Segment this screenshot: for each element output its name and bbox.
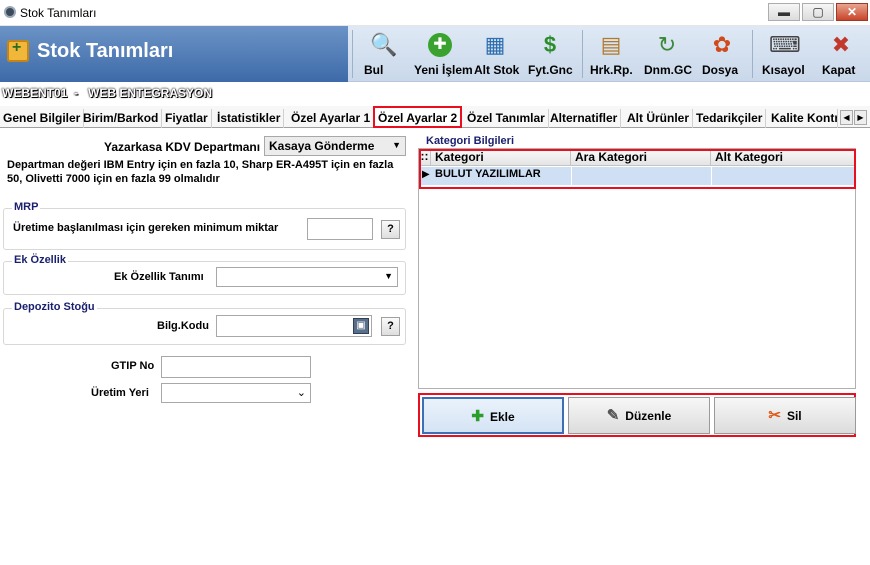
tab-istatistikler[interactable]: İstatistikler <box>214 109 285 128</box>
close-button[interactable]: ✕ <box>836 3 868 21</box>
kategori-title: Kategori Bilgileri <box>426 135 515 147</box>
stock-info-bar: WEBENT01 - WEB ENTEGRASYON <box>0 84 870 104</box>
ek-ozellik-title: Ek Özellik <box>12 254 68 266</box>
toolbar-area: Stok Tanımları 🔍 Bul ✚ Yeni İşlem ▦ Alt Sto… <box>0 26 870 82</box>
kategori-button-row: ✚ Ekle ✎ Düzenle ✂ Sil <box>418 393 856 437</box>
tab-strip: Genel Bilgiler Birim/Barkod Fiyatlar İst… <box>0 106 870 128</box>
depozito-title: Depozito Stoğu <box>12 301 97 313</box>
departman-note: Departman değeri IBM Entry için en fazla… <box>7 159 394 185</box>
edit-icon: ✎ <box>606 407 620 424</box>
tool-label: Alt Stok <box>474 63 520 77</box>
tool-label: Dnm.GC <box>644 63 692 77</box>
gtip-label: GTIP No <box>111 360 155 372</box>
keyboard-icon: ⌨ <box>769 32 801 57</box>
uretim-yeri-label: Üretim Yeri <box>91 387 149 399</box>
tool-label: Fyt.Gnc <box>528 63 573 77</box>
tab-birim-barkod[interactable]: Birim/Barkod <box>80 109 163 128</box>
maximize-button[interactable]: ▢ <box>802 3 834 21</box>
window-title: Stok Tanımları <box>20 6 97 20</box>
tool-label: Dosya <box>702 63 739 77</box>
tab-tedarikciler[interactable]: Tedarikçiler <box>693 109 767 128</box>
tab-alternatifler[interactable]: Alternatifler <box>547 109 622 128</box>
mrp-title: MRP <box>12 201 41 213</box>
money-icon: $ <box>543 32 557 57</box>
tool-kapat[interactable]: ✖ Kapat <box>822 28 860 80</box>
tool-label: Bul <box>364 63 384 77</box>
grid-icon: ▦ <box>484 32 506 57</box>
kdv-departman-select[interactable]: Kasaya Gönderme ▼ <box>264 136 406 156</box>
tool-hrk-rp[interactable]: ▤ Hrk.Rp. <box>590 28 633 80</box>
tool-dnm-gc[interactable]: ↻ Dnm.GC <box>644 28 692 80</box>
minimize-button[interactable]: ▬ <box>768 3 800 21</box>
stock-add-icon <box>7 39 29 62</box>
bilg-kodu-input[interactable]: ▣ <box>216 315 372 337</box>
tab-ozel-ayarlar-2[interactable]: Özel Ayarlar 2 <box>373 106 463 128</box>
tool-fyt-gnc[interactable]: $ Fyt.Gnc <box>528 28 573 80</box>
tool-label: Kapat <box>822 63 856 77</box>
kdv-departman-value: Kasaya Gönderme <box>269 139 375 153</box>
tool-yeni-islem[interactable]: ✚ Yeni İşlem <box>414 28 473 80</box>
tool-dosya[interactable]: ✿ Dosya <box>702 28 742 80</box>
depozito-help-button[interactable]: ? <box>381 317 400 336</box>
chevron-down-icon: ⌄ <box>296 387 306 399</box>
tab-genel-bilgiler[interactable]: Genel Bilgiler <box>0 109 85 128</box>
folder-icon: ✿ <box>712 32 732 57</box>
plus-icon: ✚ <box>471 408 484 425</box>
tab-ozel-tanimlar[interactable]: Özel Tanımlar <box>464 109 549 128</box>
gtip-input[interactable] <box>161 356 311 378</box>
title-bar: Stok Tanımları ▬ ▢ ✕ <box>0 0 870 26</box>
ekle-label: Ekle <box>489 410 515 424</box>
tab-kalite-kontrol[interactable]: Kalite Kontr <box>768 109 838 128</box>
ek-ozellik-label: Ek Özellik Tanımı <box>114 271 204 283</box>
ek-ozellik-select[interactable]: ▼ <box>216 267 398 287</box>
bilg-kodu-label: Bilg.Kodu <box>157 320 209 332</box>
tab-alt-urunler[interactable]: Alt Ürünler <box>624 109 694 128</box>
duzenle-button[interactable]: ✎ Düzenle <box>568 397 710 434</box>
uretim-yeri-select[interactable]: ⌄ <box>161 383 311 403</box>
tool-label: Hrk.Rp. <box>590 63 633 77</box>
mrp-help-button[interactable]: ? <box>381 220 400 239</box>
app-icon <box>4 6 16 18</box>
separator-dash: - <box>74 86 78 100</box>
tool-alt-stok[interactable]: ▦ Alt Stok <box>474 28 520 80</box>
sil-label: Sil <box>786 409 802 423</box>
mrp-min-input[interactable] <box>307 218 373 240</box>
tool-kisayol[interactable]: ⌨ Kısayol <box>762 28 806 80</box>
tool-label: Yeni İşlem <box>414 63 473 77</box>
exit-door-icon: ✖ <box>831 32 851 57</box>
stock-name: WEB ENTEGRASYON <box>88 86 213 100</box>
delete-icon: ✂ <box>768 407 781 424</box>
search-icon: 🔍 <box>370 32 398 57</box>
chevron-down-icon: ▼ <box>392 140 401 150</box>
tab-scroll-right[interactable]: ▶ <box>854 110 867 125</box>
duzenle-label: Düzenle <box>625 409 672 423</box>
banner-title: Stok Tanımları <box>37 40 174 62</box>
mrp-min-label: Üretime başlanılması için gereken minimu… <box>13 222 279 234</box>
lookup-icon[interactable]: ▣ <box>353 318 369 334</box>
tool-bul[interactable]: 🔍 Bul <box>364 28 404 80</box>
kdv-departman-label: Yazarkasa KDV Departmanı <box>104 140 261 154</box>
banner: Stok Tanımları <box>0 26 348 82</box>
sil-button[interactable]: ✂ Sil <box>714 397 856 434</box>
tab-fiyatlar[interactable]: Fiyatlar <box>162 109 212 128</box>
ekle-button[interactable]: ✚ Ekle <box>422 397 564 434</box>
stock-code: WEBENT01 <box>2 86 68 100</box>
tab-ozel-ayarlar-1[interactable]: Özel Ayarlar 1 <box>288 109 375 128</box>
chevron-down-icon: ▼ <box>384 271 393 281</box>
document-refresh-icon: ↻ <box>657 32 677 57</box>
plus-icon: ✚ <box>428 33 452 57</box>
tab-scroll-left[interactable]: ◀ <box>840 110 853 125</box>
report-icon: ▤ <box>600 32 622 57</box>
grid-highlight <box>419 149 856 189</box>
tool-label: Kısayol <box>762 63 805 77</box>
